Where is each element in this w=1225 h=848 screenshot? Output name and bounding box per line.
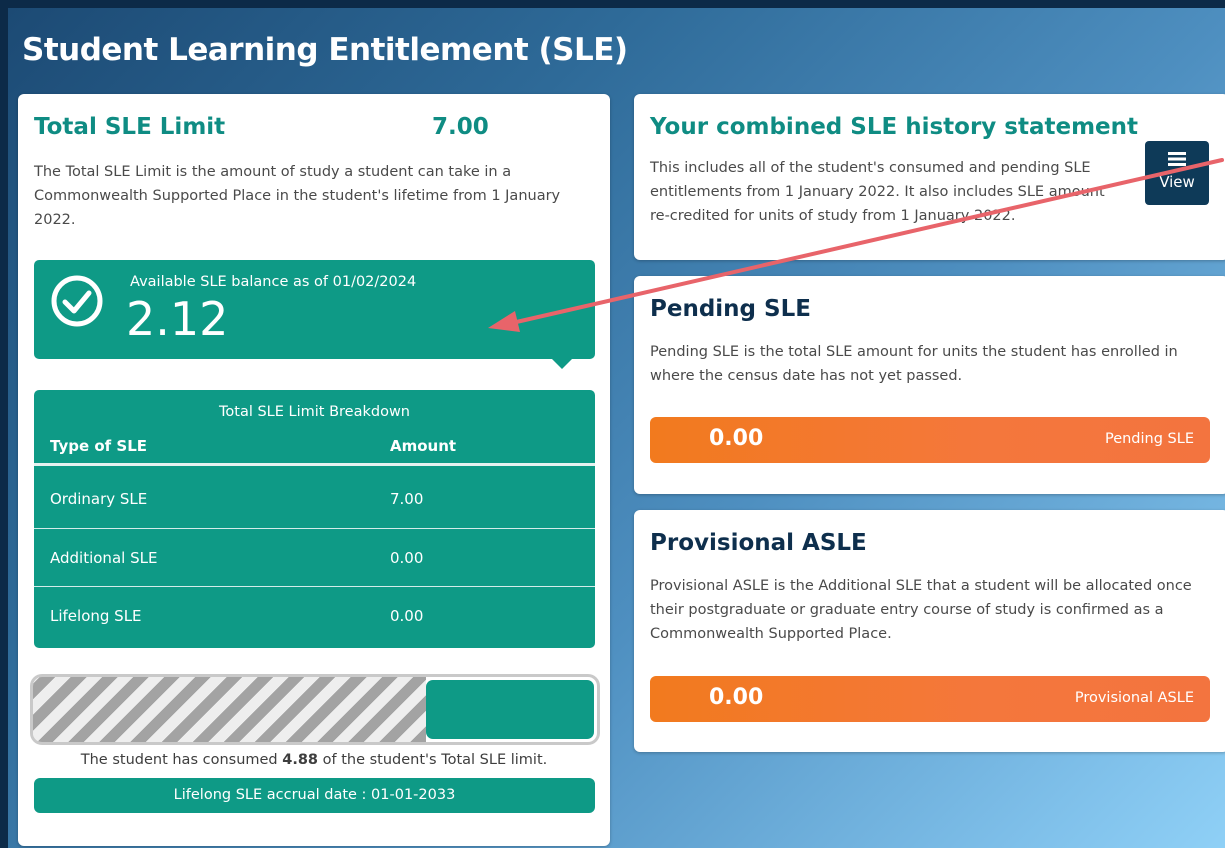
provisional-asle-bar: 0.00 Provisional ASLE (650, 676, 1210, 722)
history-description: This includes all of the student's consu… (650, 160, 1105, 224)
pending-title: Pending SLE (650, 296, 811, 322)
header-amount: Amount (390, 437, 457, 455)
total-sle-limit-description: The Total SLE Limit is the amount of stu… (34, 164, 561, 228)
pending-sle-bar-label: Pending SLE (1104, 431, 1194, 447)
provisional-asle-value: 0.00 (709, 685, 764, 710)
available-balance-value: 2.12 (126, 292, 229, 346)
total-sle-card: Total SLE Limit 7.00 The Total SLE Limit… (18, 94, 610, 846)
progress-available-segment (426, 680, 594, 739)
provisional-asle-bar-label: Provisional ASLE (1074, 690, 1194, 706)
available-balance-label: Available SLE balance as of 01/02/2024 (130, 274, 417, 290)
breakdown-header-row: Type of SLE Amount (34, 428, 595, 466)
header-type-of-sle: Type of SLE (50, 437, 148, 455)
row-amount: 0.00 (390, 607, 424, 625)
table-row: Ordinary SLE 7.00 (34, 470, 595, 528)
row-type: Ordinary SLE (50, 490, 148, 508)
check-circle-icon (51, 275, 103, 327)
row-amount: 0.00 (390, 549, 424, 567)
sle-history-card: Your combined SLE history statement This… (634, 94, 1225, 260)
provisional-asle-card: Provisional ASLE Provisional ASLE is the… (634, 510, 1225, 752)
row-type: Lifelong SLE (50, 607, 142, 625)
total-sle-limit-title: Total SLE Limit (34, 114, 226, 140)
list-icon (1168, 152, 1186, 166)
table-row: Lifelong SLE 0.00 (34, 586, 595, 644)
available-balance-panel: Available SLE balance as of 01/02/2024 2… (34, 260, 595, 369)
page-title: Student Learning Entitlement (SLE) (22, 32, 628, 68)
provisional-description: Provisional ASLE is the Additional SLE t… (650, 578, 1192, 642)
page-background: Student Learning Entitlement (SLE) Total… (8, 8, 1225, 848)
balance-callout-tail (551, 358, 573, 369)
sle-consumption-progress-bar (30, 674, 600, 745)
history-title: Your combined SLE history statement (650, 114, 1139, 140)
pending-sle-card: Pending SLE Pending SLE is the total SLE… (634, 276, 1225, 494)
consumed-summary: The student has consumed 4.88 of the stu… (18, 752, 610, 768)
consumed-value: 4.88 (282, 752, 319, 768)
provisional-title: Provisional ASLE (650, 530, 867, 556)
table-row: Additional SLE 0.00 (34, 528, 595, 586)
pending-description: Pending SLE is the total SLE amount for … (650, 344, 1178, 384)
row-type: Additional SLE (50, 549, 158, 567)
view-history-button[interactable]: View (1145, 141, 1209, 205)
total-sle-limit-value: 7.00 (432, 114, 489, 140)
row-amount: 7.00 (390, 490, 424, 508)
consumed-text-suffix: of the student's Total SLE limit. (318, 752, 548, 768)
view-button-label: View (1159, 173, 1195, 191)
pending-sle-value: 0.00 (709, 426, 764, 451)
consumed-text-prefix: The student has consumed (80, 752, 283, 768)
lifelong-accrual-date: Lifelong SLE accrual date : 01-01-2033 (34, 778, 595, 813)
pending-sle-bar: 0.00 Pending SLE (650, 417, 1210, 463)
sle-breakdown-table: Total SLE Limit Breakdown Type of SLE Am… (34, 390, 595, 648)
progress-consumed-segment (33, 677, 427, 742)
breakdown-caption: Total SLE Limit Breakdown (219, 404, 410, 420)
